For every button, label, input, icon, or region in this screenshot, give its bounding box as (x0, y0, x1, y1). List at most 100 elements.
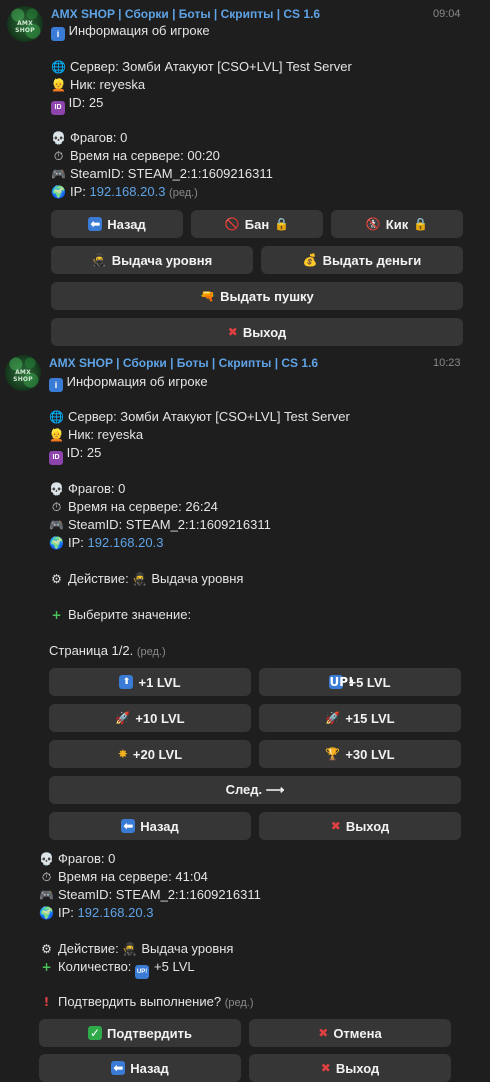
plus-15-lvl-button[interactable]: 🚀 +15 LVL (259, 704, 461, 732)
gear-icon: ⚙ (41, 942, 52, 956)
id-icon: ID (51, 101, 65, 115)
message-time: 10:23 (433, 357, 461, 369)
skull-icon: 💀 (39, 852, 54, 866)
ninja-icon: 🥷 (91, 253, 107, 267)
cancel-button[interactable]: ✖ Отмена (249, 1019, 451, 1047)
ban-button[interactable]: 🚫 Бан 🔒 (191, 210, 323, 238)
stopwatch-icon: ⏱ (51, 500, 62, 514)
gamepad-icon: 🎮 (51, 167, 66, 181)
ip-line: 🌍 IP: 192.168.20.3 (39, 905, 154, 920)
server-line: 🌐 Сервер: Зомби Атакуют [CSO+LVL] Test Se… (49, 409, 350, 424)
back-button[interactable]: ⬅ Назад (39, 1054, 241, 1082)
skull-icon: 💀 (51, 131, 66, 145)
gear-icon: ⚙ (51, 572, 62, 586)
time-line: ⏱ Время на сервере: 41:04 (39, 868, 208, 886)
sender-name[interactable]: AMX SHOP | Сборки | Боты | Скрипты | CS … (51, 7, 320, 21)
message-time: 09:04 (433, 8, 461, 20)
globe-earth-icon: 🌍 (51, 185, 66, 199)
bot-avatar[interactable]: AMX SHOP (5, 355, 41, 391)
edited-mark: (ред.) (169, 187, 198, 199)
id-icon: ID (49, 451, 63, 465)
steamid-line: 🎮 SteamID: STEAM_2:1:1609216311 (39, 887, 261, 902)
steamid-line: 🎮 SteamID: STEAM_2:1:1609216311 (49, 517, 271, 532)
ip-link[interactable]: 192.168.20.3 (78, 905, 154, 920)
info-title: i Информация об игроке (49, 373, 208, 392)
arrow-left-icon: ⬅ (111, 1061, 126, 1075)
stopwatch-icon: ⏱ (53, 149, 64, 163)
cross-icon: ✖ (227, 325, 238, 339)
ip-link[interactable]: 192.168.20.3 (90, 184, 166, 199)
money-bag-icon: 💰 (302, 253, 318, 267)
plus-icon: + (51, 608, 62, 622)
time-line: ⏱ Время на сервере: 00:20 (51, 147, 220, 165)
cross-icon: ✖ (330, 819, 341, 833)
give-level-button[interactable]: 🥷 Выдача уровня (51, 246, 253, 274)
sparkle-icon: ✸ (117, 747, 128, 761)
exclamation-icon: ! (43, 995, 50, 1009)
server-line: 🌐 Сервер: Зомби Атакуют [CSO+LVL] Test Se… (51, 59, 352, 74)
action-line: ⚙ Действие: 🥷 Выдача уровня (49, 570, 243, 588)
plus-5-lvl-button[interactable]: UP! +5 LVL (259, 668, 461, 696)
plus-20-lvl-button[interactable]: ✸ +20 LVL (49, 740, 251, 768)
time-line: ⏱ Время на сервере: 26:24 (49, 498, 218, 516)
page-line: Страница 1/2. (ред.) (49, 643, 166, 658)
person-icon: 👱 (51, 78, 66, 92)
rocket-icon: 🚀 (115, 711, 131, 725)
next-page-button[interactable]: След. ⟶ (49, 776, 461, 804)
info-title: i Информация об игроке (51, 22, 210, 41)
globe-icon: 🌐 (51, 60, 66, 74)
info-icon: i (51, 27, 65, 41)
confirm-question: ! Подтвердить выполнение? (ред.) (39, 993, 254, 1012)
frags-line: 💀 Фрагов: 0 (49, 481, 126, 496)
back-button[interactable]: ⬅ Назад (51, 210, 183, 238)
plus-10-lvl-button[interactable]: 🚀 +10 LVL (49, 704, 251, 732)
ninja-icon: 🥷 (132, 572, 148, 586)
exit-button[interactable]: ✖ Выход (51, 318, 463, 346)
ninja-icon: 🥷 (122, 942, 138, 956)
ip-line: 🌍 IP: 192.168.20.3 (ред.) (51, 184, 198, 199)
skull-icon: 💀 (49, 482, 64, 496)
confirm-button[interactable]: ✓ Подтвердить (39, 1019, 241, 1047)
ip-line: 🌍 IP: 192.168.20.3 (49, 535, 164, 550)
stopwatch-icon: ⏱ (41, 870, 52, 884)
arrow-left-icon: ⬅ (121, 819, 136, 833)
exit-button[interactable]: ✖ Выход (249, 1054, 451, 1082)
trophy-icon: 🏆 (325, 747, 341, 761)
action-line: ⚙ Действие: 🥷 Выдача уровня (39, 940, 233, 958)
amount-line: + Количество: UP! +5 LVL (39, 958, 195, 979)
up-badge-icon: UP! (135, 965, 150, 979)
check-icon: ✓ (87, 1026, 102, 1040)
plus-30-lvl-button[interactable]: 🏆 +30 LVL (259, 740, 461, 768)
frags-line: 💀 Фрагов: 0 (51, 130, 128, 145)
back-button[interactable]: ⬅ Назад (49, 812, 251, 840)
id-line: ID ID: 25 (49, 444, 101, 465)
bot-avatar[interactable]: AMX SHOP (7, 6, 43, 42)
cross-icon: ✖ (318, 1026, 329, 1040)
kick-button[interactable]: 🚷 Кик 🔒 (331, 210, 463, 238)
edited-mark: (ред.) (224, 997, 254, 1009)
ip-link[interactable]: 192.168.20.3 (88, 535, 164, 550)
plus-1-lvl-button[interactable]: ⬆ +1 LVL (49, 668, 251, 696)
lock-icon: 🔒 (413, 217, 429, 231)
give-gun-button[interactable]: 🔫 Выдать пушку (51, 282, 463, 310)
choose-line: + Выберите значение: (49, 606, 191, 624)
nick-line: 👱 Ник: reyeska (49, 427, 144, 442)
arrow-up-icon: ⬆ (119, 675, 134, 689)
give-money-button[interactable]: 💰 Выдать деньги (261, 246, 463, 274)
gamepad-icon: 🎮 (39, 888, 54, 902)
info-icon: i (49, 378, 63, 392)
person-icon: 👱 (49, 428, 64, 442)
globe-earth-icon: 🌍 (49, 536, 64, 550)
nick-line: 👱 Ник: reyeska (51, 77, 146, 92)
arrow-left-icon: ⬅ (88, 217, 103, 231)
steamid-line: 🎮 SteamID: STEAM_2:1:1609216311 (51, 166, 273, 181)
sender-name[interactable]: AMX SHOP | Сборки | Боты | Скрипты | CS … (49, 356, 318, 370)
edited-mark: (ред.) (136, 646, 166, 658)
up-badge-icon: UP! (329, 675, 354, 689)
id-line: ID ID: 25 (51, 94, 103, 115)
exit-button[interactable]: ✖ Выход (259, 812, 461, 840)
no-pedestrians-icon: 🚷 (365, 217, 381, 231)
plus-icon: + (41, 960, 52, 974)
globe-earth-icon: 🌍 (39, 906, 54, 920)
rocket-icon: 🚀 (325, 711, 341, 725)
